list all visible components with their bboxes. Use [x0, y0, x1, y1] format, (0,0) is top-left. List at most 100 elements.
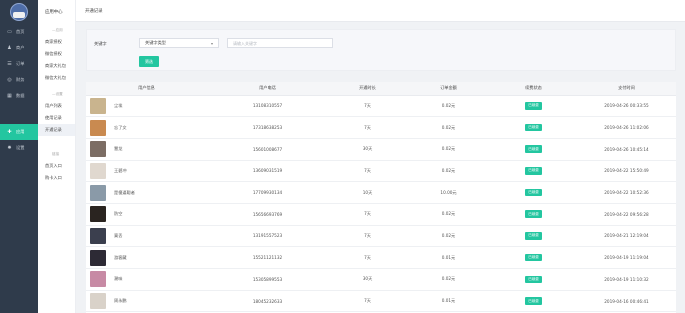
avatar [90, 271, 106, 288]
chevron-down-icon: ▾ [210, 41, 213, 46]
cell-status: 已续费 [490, 290, 577, 313]
status-badge: 已续费 [525, 167, 542, 175]
cell-paytime: 2019-04-26 00:33:55 [577, 95, 676, 118]
status-badge: 已续费 [525, 123, 542, 132]
cell-phone: 17318638253 [207, 116, 328, 139]
col-header-paytime: 支付时间 [577, 82, 676, 96]
cell-status: 已续费 [490, 138, 577, 161]
cell-user: 游客藏 [86, 246, 207, 269]
cell-duration: 7天 [328, 160, 407, 183]
nav-item-3[interactable]: ◎ 财务 [0, 72, 38, 88]
nav-item-0[interactable]: ▭ 首页 [0, 24, 38, 40]
app-root: ▭ 首页 ♟ 商户 ☰ 订单 ◎ 财务 ▦ 数据 ✚ 应用 ✹ 设置 应用中心 —应用 商家授权 微信授权商… [0, 0, 685, 313]
sub-nav-item[interactable]: 首页入口 [38, 160, 75, 172]
cell-amount: 0.02元 [407, 95, 490, 118]
sub-nav-item[interactable]: 商家大礼包 [38, 60, 75, 72]
user-name: 潮味 [114, 276, 123, 282]
sub-nav-item[interactable]: 使用记录 [38, 112, 75, 124]
cell-amount: 0.02元 [407, 116, 490, 139]
nav-item-1[interactable]: ♟ 商户 [0, 40, 38, 56]
cell-duration: 10天 [328, 181, 407, 204]
cell-phone: 13609031519 [207, 160, 328, 183]
cell-paytime: 2019-04-22 10:52:36 [577, 181, 676, 204]
user-name: 慧龙 [114, 146, 123, 152]
col-header-duration: 开通时长 [328, 82, 407, 96]
monitor-icon: ▭ [7, 28, 12, 35]
user-name: 忘了文 [114, 124, 127, 130]
cell-phone: 17709930134 [207, 181, 328, 204]
cell-user: 防空 [86, 203, 207, 226]
cell-user: 尘埃 [86, 95, 207, 118]
nav-item-label: 财务 [16, 77, 25, 82]
table-row: 慧龙 15601008677 30天 0.02元 已续费 2019-04-26 10:45… [86, 138, 676, 161]
cell-user: 周永鹏 [86, 290, 207, 313]
avatar [90, 141, 106, 158]
filter-panel: 关键字 关键字类型 ▾ 筛选 [86, 29, 676, 71]
sub-nav: 应用中心 —应用 商家授权 微信授权 商家大礼包 微信大礼包 —设置 用户列表 使用记录… [38, 0, 76, 313]
wallet-icon: ◎ [7, 76, 12, 83]
cell-phone: 13191557523 [207, 225, 328, 248]
user-name: 王碧冲 [114, 167, 127, 173]
list-icon: ☰ [7, 60, 12, 67]
sub-nav-item[interactable]: 用户列表 [38, 100, 75, 112]
status-badge: 已续费 [525, 188, 542, 197]
avatar [90, 249, 106, 266]
status-badge: 已续费 [525, 102, 542, 110]
keyword-label: 关键字 [94, 41, 107, 46]
col-header-user: 用户信息 [86, 82, 207, 96]
cell-phone: 13108310557 [207, 95, 328, 118]
avatar [90, 293, 106, 310]
table-row: 周永鹏 18045232633 7天 0.01元 已续费 2019-04-16 00:46… [86, 290, 676, 313]
user-name: 周永鹏 [114, 298, 127, 304]
table-row: 尘埃 13108310557 7天 0.02元 已续费 2019-04-26 00:33:… [86, 95, 676, 118]
sub-nav-item[interactable]: 开通记录 [38, 124, 75, 136]
cell-amount: 0.02元 [407, 138, 490, 161]
cell-user: 潮味 [86, 268, 207, 291]
cell-phone: 18045232633 [207, 290, 328, 313]
cell-status: 已续费 [490, 268, 577, 291]
col-header-amount: 订单金额 [407, 82, 490, 96]
sub-nav-item[interactable]: 商家授权 [38, 36, 75, 48]
sub-nav-item[interactable]: 微信授权 [38, 48, 75, 60]
nav-item-label: 商户 [16, 45, 25, 50]
cell-paytime: 2019-04-26 11:02:06 [577, 116, 676, 139]
cell-status: 已续费 [490, 246, 577, 269]
cell-status: 已续费 [490, 181, 577, 204]
status-badge: 已续费 [525, 297, 542, 305]
cell-paytime: 2019-04-26 10:45:14 [577, 138, 676, 161]
app-logo [0, 0, 38, 24]
sub-nav-item[interactable]: 微信大礼包 [38, 72, 75, 84]
cell-duration: 30天 [328, 138, 407, 161]
nav-item-6[interactable]: ✹ 设置 [0, 140, 38, 156]
nav-item-label: 应用 [16, 129, 25, 134]
status-badge: 已续费 [525, 210, 542, 219]
cell-amount: 0.02元 [407, 160, 490, 183]
tab-open-records[interactable]: 开通记录 [85, 8, 103, 14]
nav-item-5[interactable]: ✚ 应用 [0, 124, 38, 140]
status-badge: 已续费 [525, 253, 542, 262]
cell-paytime: 2019-04-16 00:46:41 [577, 290, 676, 313]
keyword-input[interactable] [227, 38, 333, 48]
cell-user: 寞丢 [86, 225, 207, 248]
cell-amount: 10.00元 [407, 181, 490, 204]
filter-button[interactable]: 筛选 [139, 56, 159, 67]
records-table: 用户信息 用户电话 开通时长 订单金额 续费状态 支付时间 尘埃 13108310… [86, 82, 676, 313]
table-row: 防空 15656693769 7天 0.02元 已续费 2019-04-22 09:56:… [86, 203, 676, 226]
status-badge: 已续费 [525, 145, 542, 154]
gear-icon: ✹ [7, 144, 12, 151]
nav-item-4[interactable]: ▦ 数据 [0, 88, 38, 104]
cell-status: 已续费 [490, 95, 577, 118]
cell-user: 忘了文 [86, 116, 207, 139]
sub-nav-item[interactable]: 购卡入口 [38, 172, 75, 184]
cell-paytime: 2019-04-19 11:10:32 [577, 268, 676, 291]
avatar [90, 184, 106, 201]
nav-item-2[interactable]: ☰ 订单 [0, 56, 38, 72]
cell-duration: 7天 [328, 116, 407, 139]
cell-duration: 7天 [328, 203, 407, 226]
keyword-type-select[interactable]: 关键字类型 ▾ [139, 38, 219, 48]
sub-nav-group-apps: —应用 [52, 27, 63, 32]
cell-duration: 7天 [328, 246, 407, 269]
tab-bar: 开通记录 [76, 0, 685, 22]
cell-amount: 0.01元 [407, 246, 490, 269]
table-row: 潮味 15305899553 30天 0.02元 已续费 2019-04-19 11:10… [86, 268, 676, 291]
